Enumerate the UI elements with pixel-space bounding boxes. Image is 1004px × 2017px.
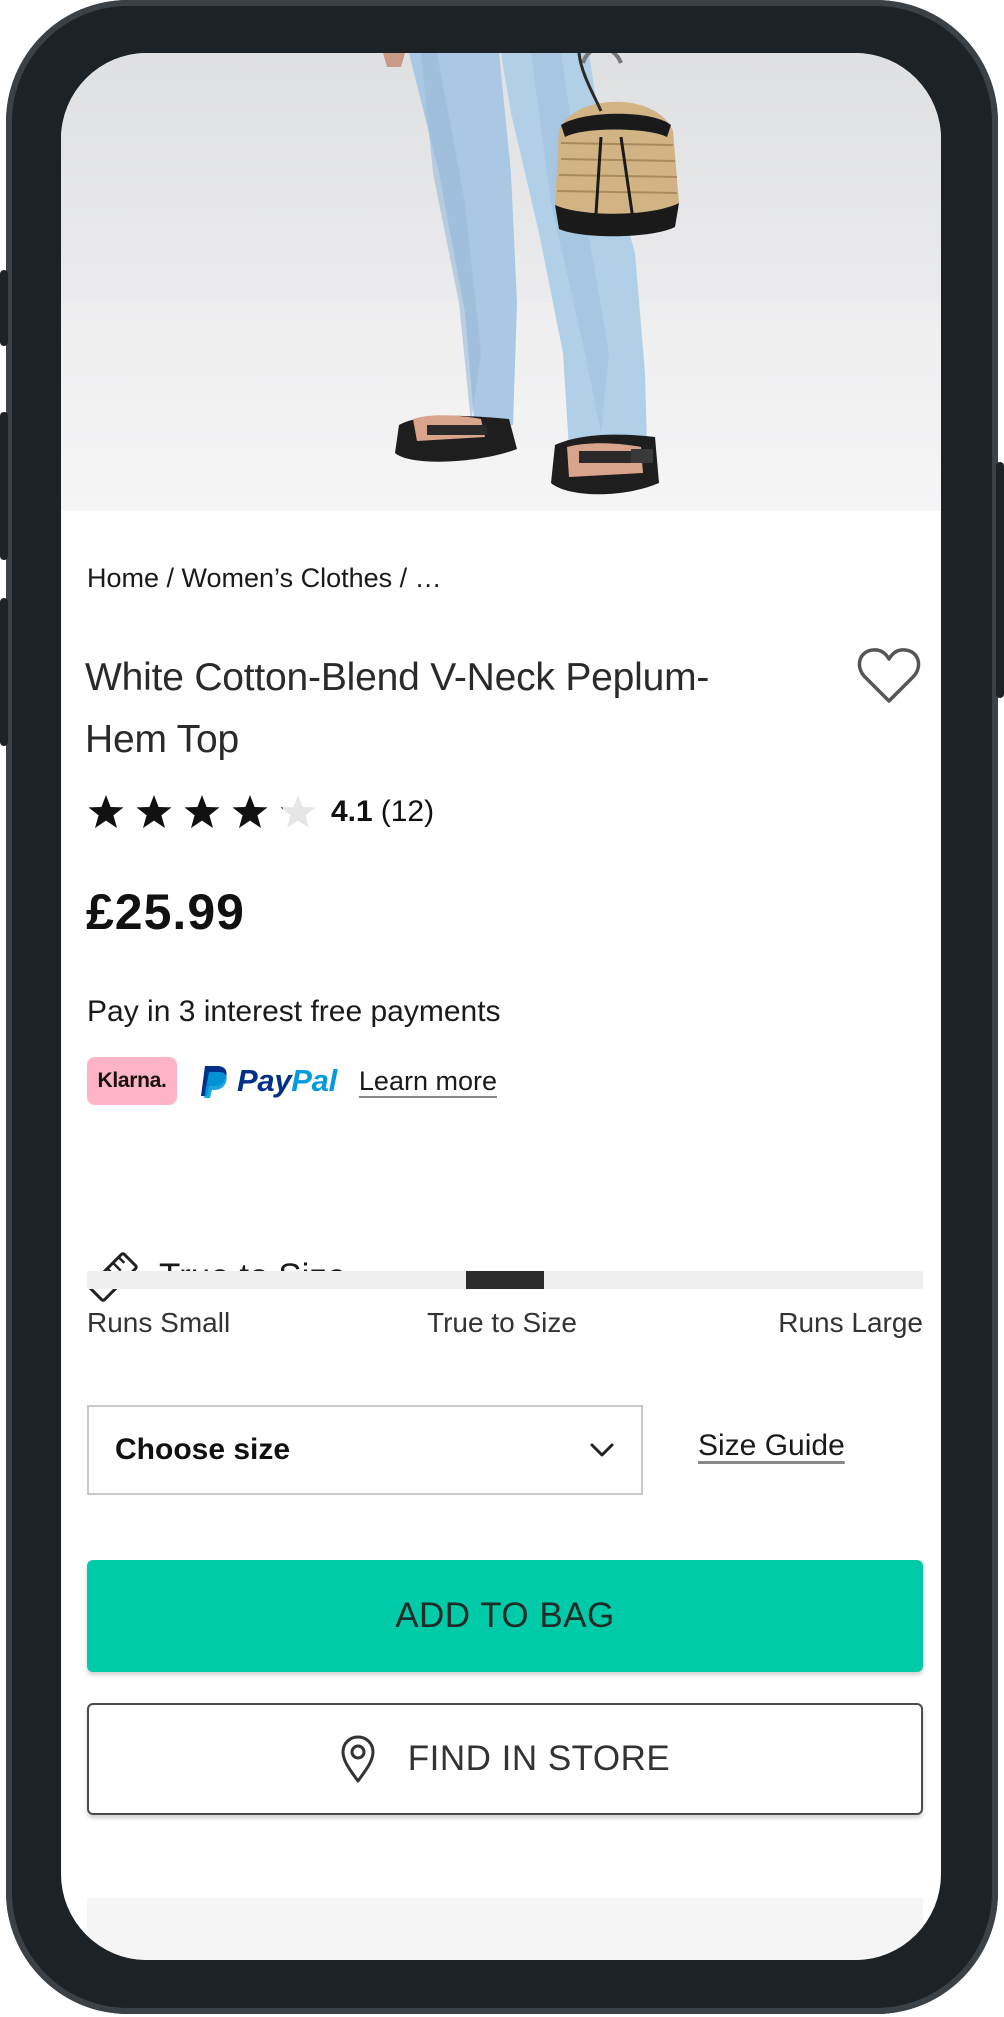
add-to-bag-button[interactable]: ADD TO BAG xyxy=(87,1560,923,1672)
star-icon xyxy=(136,795,172,828)
fit-label-large: Runs Large xyxy=(778,1307,923,1338)
paypal-wordmark: PayPal xyxy=(237,1063,337,1099)
rating-stars xyxy=(87,793,327,831)
find-in-store-label: FIND IN STORE xyxy=(407,1739,671,1778)
paypal-icon xyxy=(201,1066,227,1098)
paypal-logo: PayPal xyxy=(199,1063,337,1099)
product-rating[interactable]: 4.1 (12) xyxy=(87,790,434,834)
heart-outline-icon xyxy=(857,648,921,703)
product-image[interactable] xyxy=(61,53,941,511)
fit-label-true: True to Size xyxy=(427,1307,577,1338)
fit-scale-labels: Runs Small True to Size Runs Large xyxy=(87,1307,923,1347)
size-guide-link[interactable]: Size Guide xyxy=(698,1429,845,1463)
klarna-badge: Klarna. xyxy=(87,1057,177,1105)
phone-side-button xyxy=(0,270,8,346)
breadcrumb[interactable]: Home / Women’s Clothes / … xyxy=(87,563,442,594)
star-icon xyxy=(232,795,268,828)
phone-side-button xyxy=(0,412,8,560)
product-price: £25.99 xyxy=(86,884,245,940)
phone-power-button xyxy=(996,462,1004,698)
installments-text: Pay in 3 interest free payments xyxy=(87,995,501,1028)
phone-screen: Home / Women’s Clothes / … White Cotton-… xyxy=(61,53,941,1960)
paypal-wordmark-part-1: Pay xyxy=(237,1063,292,1098)
chevron-down-icon xyxy=(590,1443,614,1457)
fit-indicator xyxy=(466,1271,544,1289)
model-figure xyxy=(383,53,679,495)
learn-more-link[interactable]: Learn more xyxy=(359,1066,497,1097)
wishlist-button[interactable] xyxy=(857,647,921,705)
rating-value: 4.1 xyxy=(331,795,373,828)
product-title: White Cotton-Blend V-Neck Peplum-Hem Top xyxy=(85,656,710,761)
rating-count: (12) xyxy=(380,795,435,828)
size-select-value: Choose size xyxy=(115,1433,291,1466)
payment-options: Klarna. PayPal Learn more xyxy=(87,1057,497,1105)
star-icon xyxy=(88,795,124,828)
phone-side-button xyxy=(0,598,8,746)
paypal-wordmark-part-2: Pal xyxy=(291,1063,337,1098)
star-icon xyxy=(280,795,316,828)
fit-scale xyxy=(87,1271,923,1289)
find-in-store-button[interactable]: FIND IN STORE xyxy=(87,1703,923,1815)
next-section-preview xyxy=(87,1898,923,1960)
star-icon xyxy=(184,795,220,828)
fit-label-small: Runs Small xyxy=(87,1307,231,1338)
size-select[interactable]: Choose size xyxy=(87,1405,643,1495)
location-pin-icon xyxy=(341,1735,375,1783)
